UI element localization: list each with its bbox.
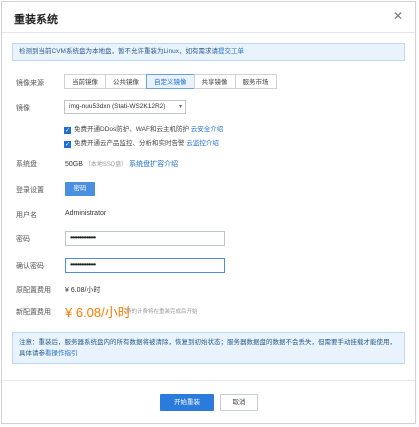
- confirm-password-field[interactable]: ••••••••••••••: [65, 258, 225, 273]
- tab-current-image[interactable]: 当前镜像: [64, 74, 105, 89]
- system-disk-note: （本地SSD盘）: [84, 162, 128, 168]
- tab-marketplace[interactable]: 服务市场: [234, 74, 277, 89]
- checkbox-checked-icon[interactable]: ✓: [64, 127, 71, 134]
- original-fee-value: ¥ 6.08/小时: [65, 287, 101, 294]
- password-field[interactable]: ••••••••••••••: [65, 231, 225, 246]
- linux-notice: 检测到当前CVM系统盘为本地盘，暂不允许重装为Linux，如有需求请提交工单: [12, 43, 405, 61]
- ddos-protection-checkbox[interactable]: ✓ 免费开通DDos防护、WAF和云主机防护 云安全介绍: [64, 123, 223, 134]
- image-select[interactable]: img-nuu53dxn (Stati-WS2K12R2) ▾: [64, 100, 186, 114]
- new-fee-note: 新的计费将在重装完成后开始: [126, 309, 198, 315]
- tab-shared-image[interactable]: 共享镜像: [193, 74, 235, 89]
- monitoring-checkbox[interactable]: ✓ 免费开通云产品监控、分析和实时告警 云监控介绍: [64, 137, 219, 148]
- operation-guide-link[interactable]: 看操作指引: [45, 350, 78, 357]
- tab-custom-image[interactable]: 自定义镜像: [146, 74, 194, 89]
- cloud-security-link[interactable]: 云安全介绍: [191, 126, 224, 133]
- password-label: 密码: [16, 236, 30, 243]
- cloud-monitor-link[interactable]: 云监控介绍: [186, 140, 219, 147]
- new-fee-label: 新配置费用: [16, 309, 51, 316]
- start-reinstall-button[interactable]: 开始重装: [160, 394, 214, 411]
- checkbox-checked-icon[interactable]: ✓: [64, 141, 71, 148]
- login-settings-label: 登录设置: [16, 187, 44, 194]
- image-source-label: 镜像来源: [16, 80, 44, 87]
- cancel-button[interactable]: 取消: [220, 394, 258, 411]
- close-icon[interactable]: ✕: [393, 9, 403, 23]
- original-fee-label: 原配置费用: [16, 287, 51, 294]
- dialog-header: 重装系统 ✕: [2, 2, 415, 33]
- system-disk-label: 系统盘: [16, 161, 37, 168]
- reinstall-dialog: 重装系统 ✕ 检测到当前CVM系统盘为本地盘，暂不允许重装为Linux，如有需求…: [1, 1, 416, 424]
- tab-public-image[interactable]: 公共镜像: [105, 74, 146, 89]
- image-source-tabs: 当前镜像 公共镜像 自定义镜像 共享镜像 服务市场: [64, 74, 277, 89]
- password-login-button[interactable]: 密码: [65, 182, 95, 196]
- notice-text: 检测到当前CVM系统盘为本地盘，暂不允许重装为Linux，如有需求请: [19, 48, 218, 55]
- chevron-down-icon: ▾: [178, 104, 182, 110]
- system-disk-size: 50GB: [65, 161, 83, 168]
- ddos-protection-text: 免费开通DDos防护、WAF和云主机防护: [74, 126, 189, 133]
- reinstall-warning: 注意：重装后，服务器系统盘内的所有数据将被清除，恢复到初始状态；服务器数据盘的数…: [12, 332, 405, 364]
- image-select-value: img-nuu53dxn (Stati-WS2K12R2): [69, 103, 166, 110]
- username-label: 用户名: [16, 212, 37, 219]
- confirm-password-label: 确认密码: [16, 263, 44, 270]
- monitoring-text: 免费开通云产品监控、分析和实时告警: [74, 140, 185, 147]
- submit-ticket-link[interactable]: 提交工单: [218, 48, 244, 55]
- disk-expansion-link[interactable]: 系统盘扩容介绍: [129, 161, 178, 168]
- new-fee-value: ¥ 6.08/小时: [65, 305, 131, 320]
- system-disk-value: 50GB （本地SSD盘） 系统盘扩容介绍: [65, 159, 178, 169]
- image-label: 镜像: [16, 105, 30, 112]
- dialog-title: 重装系统: [14, 14, 58, 26]
- username-value: Administrator: [65, 210, 107, 217]
- footer-divider: [2, 380, 415, 381]
